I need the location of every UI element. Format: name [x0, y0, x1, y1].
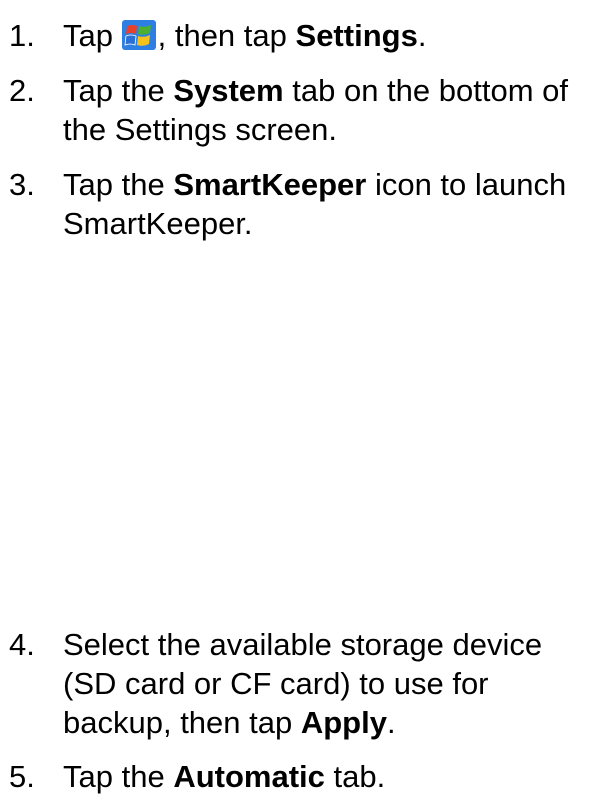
step-text-line: Select the available storage device [63, 627, 543, 662]
step-text: icon to launch [374, 167, 567, 202]
step-text-line: the Settings screen. [63, 112, 337, 147]
step-keyword: System [173, 73, 284, 108]
step-text-line: Tap the SmartKeeper icon to launch [63, 165, 566, 204]
step-keyword: Apply [300, 705, 387, 740]
step-text: Tap the [63, 73, 165, 108]
step-text-line: SmartKeeper. [63, 206, 253, 241]
step-text: Tap [63, 18, 113, 53]
step-keyword: Settings [295, 18, 418, 53]
step-number: 3. [9, 167, 35, 202]
step-text: . [386, 705, 396, 740]
step-number: 4. [9, 627, 35, 662]
step-text-line: (SD card or CF card) to use for [63, 666, 489, 701]
step-text: . [417, 18, 427, 53]
windows-start-icon [121, 20, 156, 50]
instruction-list: 1. Tap , then tap Settings. 2. Tap the S… [0, 0, 613, 807]
step-text: backup, then tap [63, 705, 293, 740]
step-text: , then tap [157, 18, 287, 53]
step-text: Tap the [63, 759, 165, 794]
step-keyword: SmartKeeper [173, 167, 367, 202]
step-text-line: backup, then tap Apply. [63, 703, 396, 742]
step-text: Tap the [63, 167, 165, 202]
step-number: 1. [9, 18, 35, 53]
step-text-line: Tap , then tap Settings. [63, 16, 426, 55]
step-text-line: Tap the Automatic tab. [63, 757, 385, 796]
step-number: 5. [9, 759, 35, 794]
step-text: tab on the bottom of [292, 73, 568, 108]
step-text: tab. [333, 759, 386, 794]
step-text-line: Tap the System tab on the bottom of [63, 71, 568, 110]
step-number: 2. [9, 73, 35, 108]
step-keyword: Automatic [173, 759, 325, 794]
